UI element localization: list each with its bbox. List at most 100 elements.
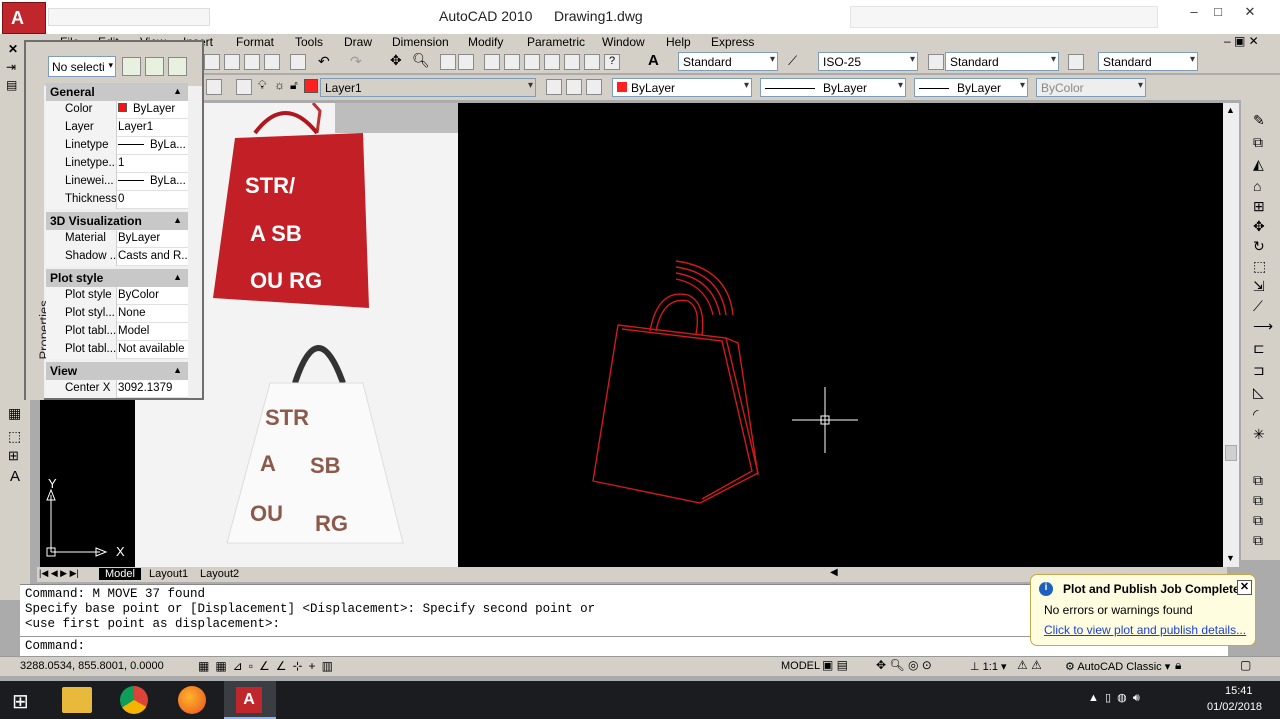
break-icon[interactable]: ⊏ [1253,340,1265,357]
multileader-style-select[interactable]: Standard ▾ [1098,52,1198,71]
annotation-scale[interactable]: ⊥ 1:1 ▾ [970,660,1007,673]
infocenter-search[interactable] [850,6,1158,28]
offset-icon[interactable]: ⌂ [1253,178,1261,194]
file-explorer-icon[interactable] [62,687,92,713]
fillet-icon[interactable]: ◜ [1253,406,1258,423]
table-style-select[interactable]: Standard ▾ [945,52,1059,71]
draworder-icon-1[interactable]: ⧉ [1253,472,1263,489]
close-palette-icon[interactable]: ✕ [8,42,18,56]
prop-row-linetype-scale[interactable]: Linetype... 1 [46,155,188,173]
design-center-icon[interactable] [504,54,520,70]
layer-isolate-icon[interactable] [586,79,602,95]
notification-close-button[interactable]: ✕ [1237,580,1252,595]
prop-row-center-x[interactable]: Center X 3092.1379 [46,380,188,398]
menu-draw[interactable]: Draw [344,35,372,49]
draw-toolbar-icons[interactable]: ▦ [8,405,21,422]
quick-access-toolbar[interactable] [48,8,210,26]
table-icon[interactable]: ⊞ [8,448,19,464]
drawing-area[interactable] [458,103,1223,567]
quickcalc-icon[interactable] [584,54,600,70]
auto-hide-icon[interactable]: ⇥ [6,60,16,74]
draworder-icon-3[interactable]: ⧉ [1253,512,1263,529]
navigation-icons[interactable]: ✥ 🔍︎ ◎ ⊙ [876,658,932,672]
dim-style-select[interactable]: ISO-25 ▾ [818,52,918,71]
properties-icon[interactable] [484,54,500,70]
lineweight-select[interactable]: ByLayer ▾ [914,78,1028,97]
markup-icon[interactable] [564,54,580,70]
draworder-icon-2[interactable]: ⧉ [1253,492,1263,509]
prop-row-plot-table-attached[interactable]: Plot tabl... Model [46,323,188,341]
prop-row-lineweight[interactable]: Linewei... ByLa... [46,173,188,191]
scroll-up-icon[interactable]: ▲ [1226,105,1235,115]
clean-screen-icon[interactable]: ▢ [1240,658,1251,672]
stretch-icon[interactable]: ⇲ [1253,278,1265,295]
prop-row-material[interactable]: Material ByLayer [46,230,188,248]
section-3d-visualization[interactable]: 3D Visualization ▲ [46,212,188,230]
mtext-icon[interactable]: A [10,468,20,485]
prop-row-layer[interactable]: Layer Layer1 [46,119,188,137]
autocad-taskbar-button[interactable]: A [224,681,276,719]
firefox-icon[interactable] [178,686,206,714]
cut-icon[interactable] [204,54,220,70]
application-menu-button[interactable]: A [2,2,46,34]
tray-icons[interactable]: ▲ ▯ ◍ 🔊︎ [1088,691,1140,705]
select-objects-icon[interactable] [145,57,164,76]
copy-object-icon[interactable]: ⧉ [1253,134,1263,151]
prop-row-shadow[interactable]: Shadow ... Casts and R... [46,248,188,266]
text-style-icon[interactable]: A [648,52,659,69]
section-plot-style[interactable]: Plot style ▲ [46,269,188,287]
scroll-down-icon[interactable]: ▼ [1226,553,1235,563]
quick-select-icon[interactable] [168,57,187,76]
start-button-icon[interactable]: ⊞ [12,689,29,714]
scale-icon[interactable]: ⬚ [1253,258,1266,275]
tab-nav-arrows[interactable]: |◀ ◀ ▶ ▶| [39,568,79,579]
layer-states-icon[interactable] [236,79,252,95]
zoom-realtime-icon[interactable]: 🔍︎ [412,52,430,69]
match-properties-icon[interactable] [264,54,280,70]
menu-window[interactable]: Window [602,35,645,49]
chamfer-icon[interactable]: ◺ [1253,384,1264,401]
dim-style-icon[interactable]: ⟋ [788,53,797,69]
drafting-settings-icons[interactable]: ▦▦⊿▫∠∠⊹+▥ [198,659,339,673]
help-icon[interactable]: ? [604,54,620,70]
coordinates-readout[interactable]: 3288.0534, 855.8001, 0.0000 [20,660,164,672]
erase-icon[interactable]: ✎ [1253,112,1265,129]
layer-on-icon[interactable]: 💡︎ [258,78,266,93]
copy-icon[interactable] [224,54,240,70]
close-button[interactable]: ✕ [1236,4,1264,22]
color-select[interactable]: ByLayer ▾ [612,78,752,97]
layer-lock-icon[interactable]: 🔓︎ [290,78,298,93]
layer-select[interactable]: Layer1 ▾ [320,78,536,97]
draworder-icon-4[interactable]: ⧉ [1253,532,1263,549]
menu-help[interactable]: Help [666,35,691,49]
drawing-area-left[interactable]: Y X [40,400,135,567]
trim-icon[interactable]: ⟋ [1253,298,1263,315]
menu-dimension[interactable]: Dimension [392,35,449,49]
extend-icon[interactable]: ⟶ [1253,318,1273,335]
menu-express[interactable]: Express [711,35,754,49]
clock-date[interactable]: 01/02/2018 [1207,701,1262,713]
section-general[interactable]: General ▲ [46,83,188,101]
layer-manager-icon[interactable] [206,79,222,95]
selection-dropdown[interactable]: No selecti ▾ [48,56,116,77]
model-space-button[interactable]: MODEL [781,660,820,672]
join-icon[interactable]: ⊐ [1253,362,1265,379]
workspace-switch[interactable]: ⚙ AutoCAD Classic ▾ [1065,660,1170,673]
linetype-select[interactable]: ByLayer ▾ [760,78,906,97]
menu-format[interactable]: Format [236,35,274,49]
lock-icon[interactable]: 🔒︎ [1175,658,1181,673]
maximize-button[interactable]: □ [1204,4,1232,22]
zoom-window-icon[interactable] [440,54,456,70]
zoom-previous-icon[interactable] [458,54,474,70]
undo-icon[interactable]: ↶ [318,53,330,70]
make-current-layer-icon[interactable] [546,79,562,95]
prop-row-plot-style-table[interactable]: Plot styl... None [46,305,188,323]
multileader-style-icon[interactable] [1068,54,1084,70]
prop-row-thickness[interactable]: Thickness 0 [46,191,188,209]
text-style-select[interactable]: Standard ▾ [678,52,778,71]
layer-previous-icon[interactable] [566,79,582,95]
mirror-icon[interactable]: ◭ [1253,156,1264,173]
scroll-thumb[interactable] [1225,445,1237,461]
menu-modify[interactable]: Modify [468,35,503,49]
doc-window-controls[interactable]: ‒ ▣ ✕ [1224,34,1259,48]
